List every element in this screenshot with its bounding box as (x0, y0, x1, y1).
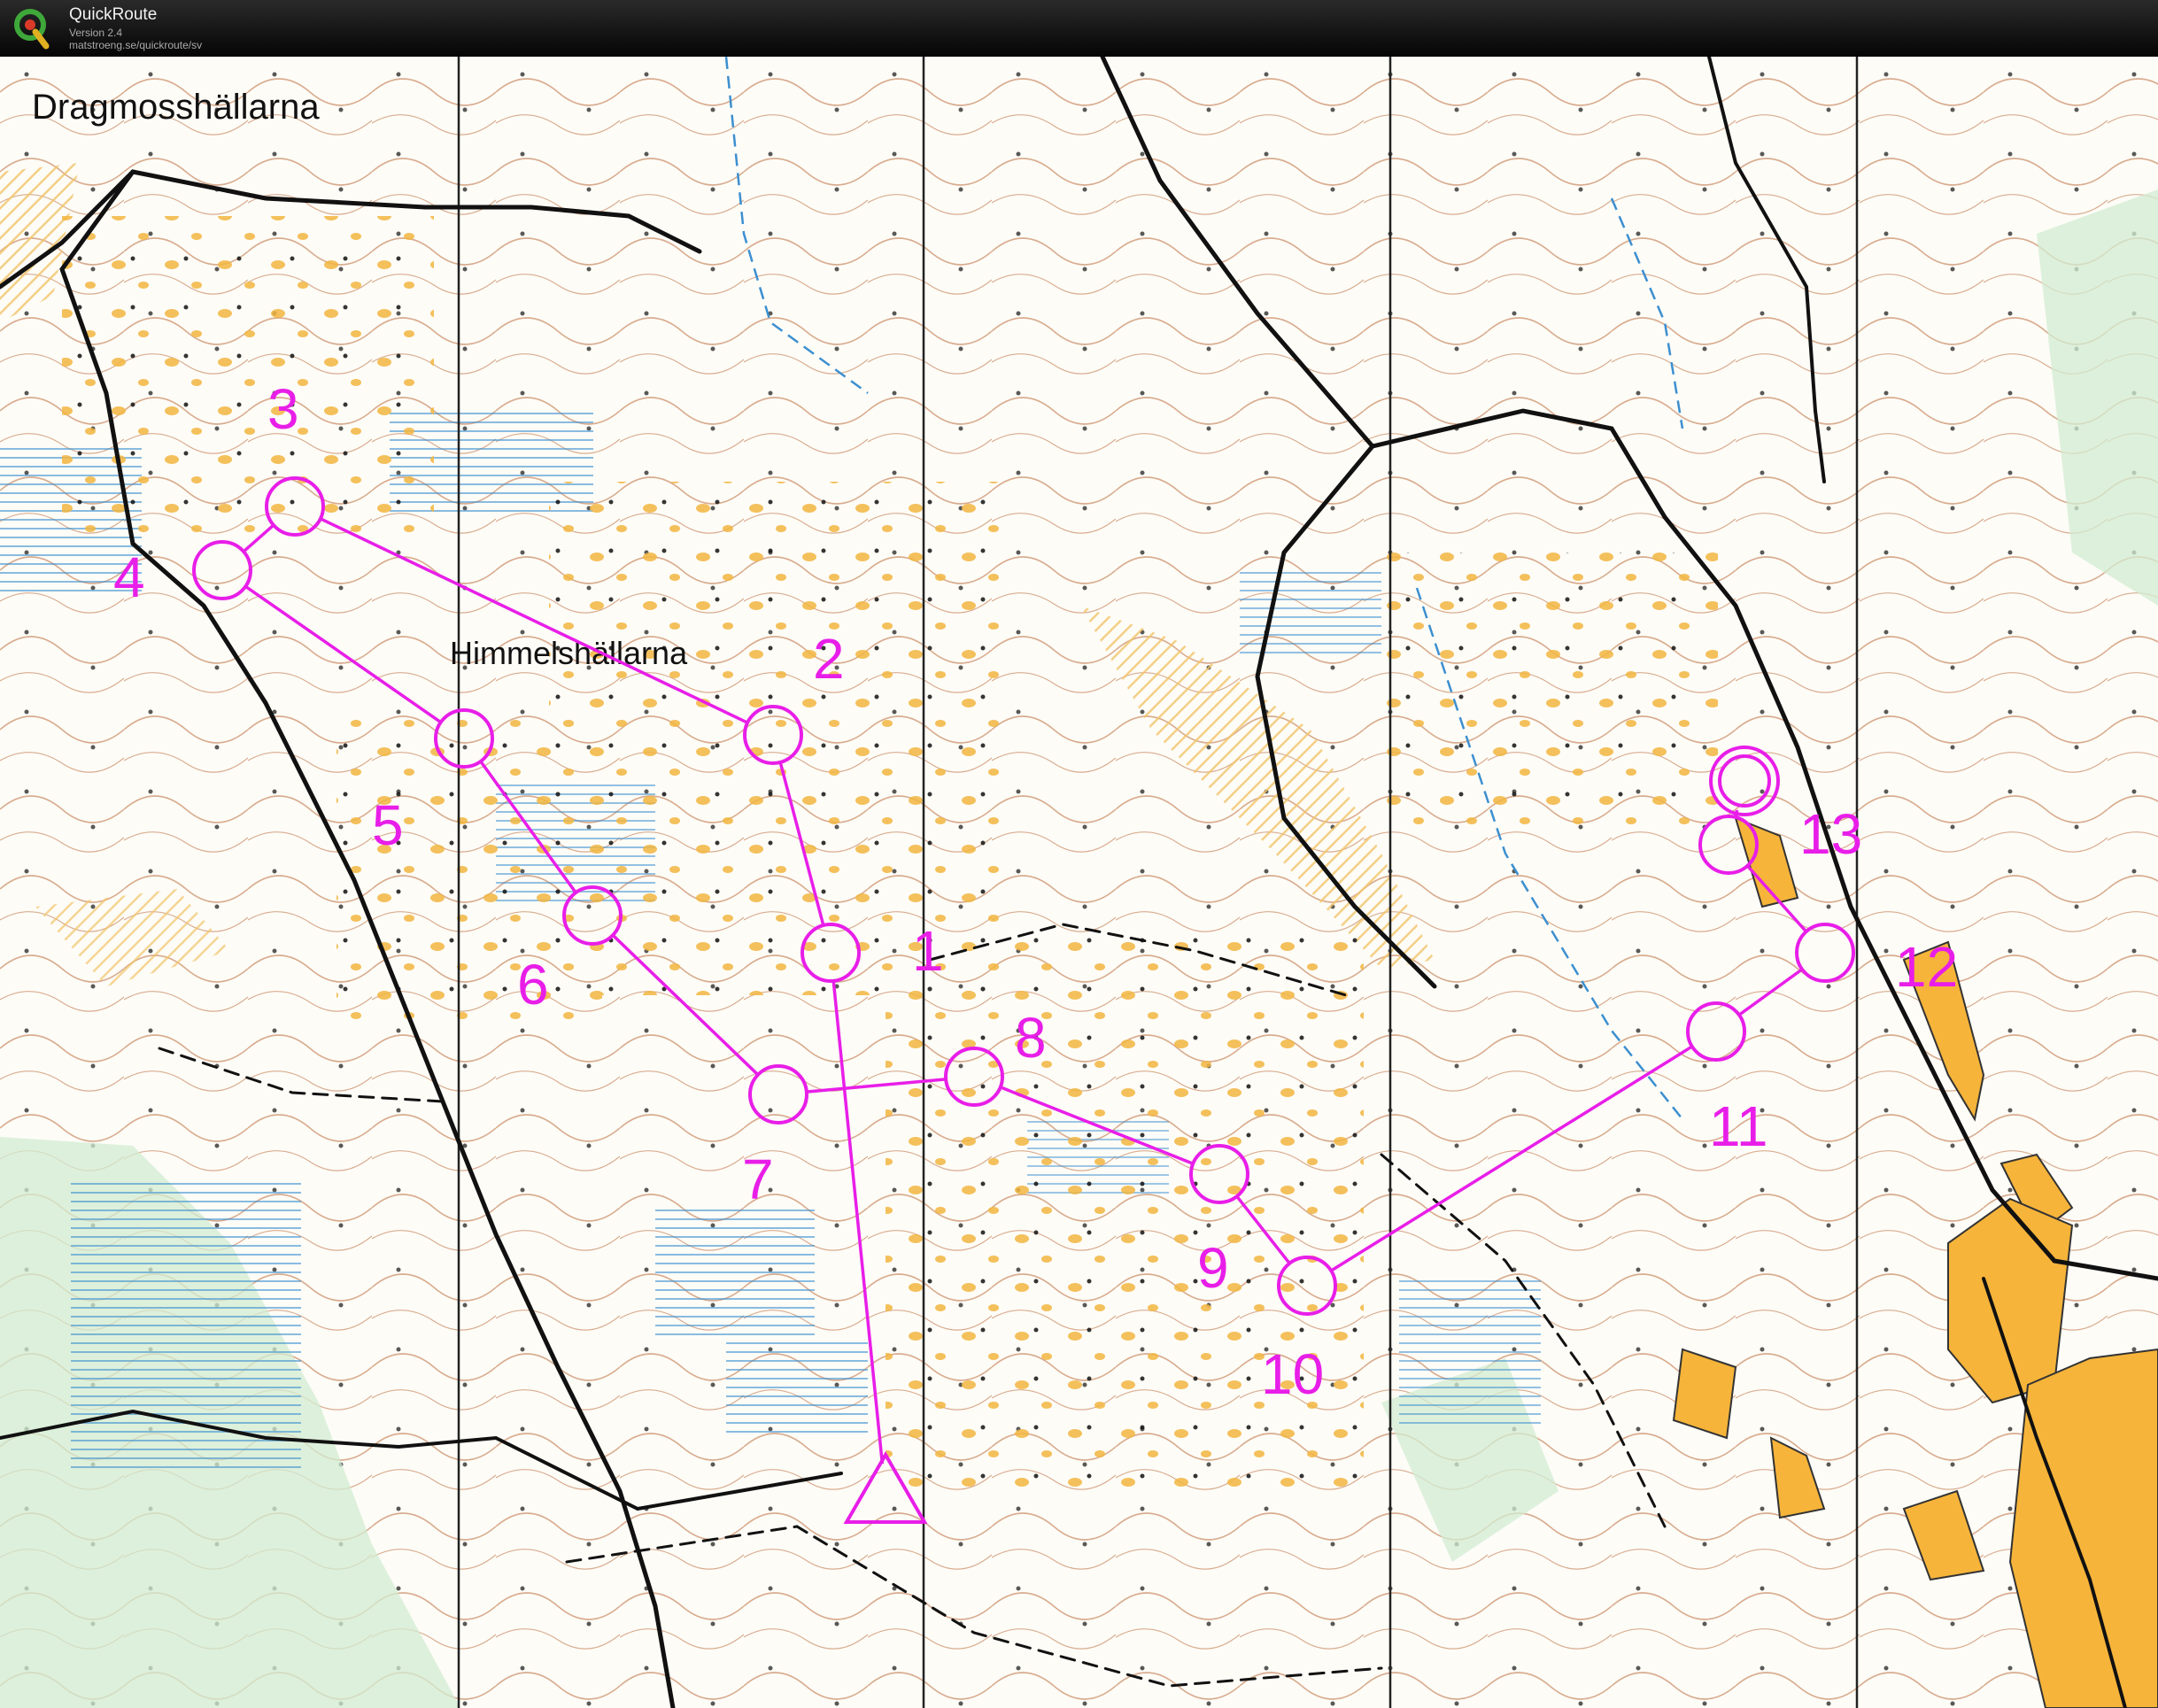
place-name-dragmosshallarna: Dragmosshällarna (32, 88, 320, 127)
app-version: Version 2.4 (69, 27, 123, 39)
control-number-8: 8 (1015, 1006, 1047, 1070)
control-number-12: 12 (1895, 935, 1958, 999)
control-number-9: 9 (1197, 1236, 1229, 1300)
control-number-4: 4 (113, 545, 145, 609)
control-number-10: 10 (1261, 1342, 1324, 1406)
app-url: matstroeng.se/quickroute/sv (69, 39, 203, 51)
control-number-6: 6 (517, 953, 549, 1016)
control-number-2: 2 (813, 627, 845, 691)
orienteering-map[interactable]: Dragmosshällarna Himmelshällarna 1234567… (0, 57, 2158, 1708)
quickroute-logo-icon (14, 9, 50, 50)
map-canvas[interactable]: Dragmosshällarna Himmelshällarna 1234567… (0, 57, 2158, 1708)
control-number-7: 7 (742, 1148, 774, 1211)
control-number-1: 1 (912, 919, 944, 983)
control-number-5: 5 (372, 793, 404, 857)
control-number-13: 13 (1799, 802, 1862, 866)
app-name: QuickRoute (69, 5, 158, 24)
control-number-11: 11 (1709, 1094, 1767, 1158)
control-number-3: 3 (267, 377, 299, 441)
place-name-himmelshallarna: Himmelshällarna (450, 635, 688, 671)
title-bar: QuickRoute Version 2.4 matstroeng.se/qui… (0, 0, 2158, 57)
